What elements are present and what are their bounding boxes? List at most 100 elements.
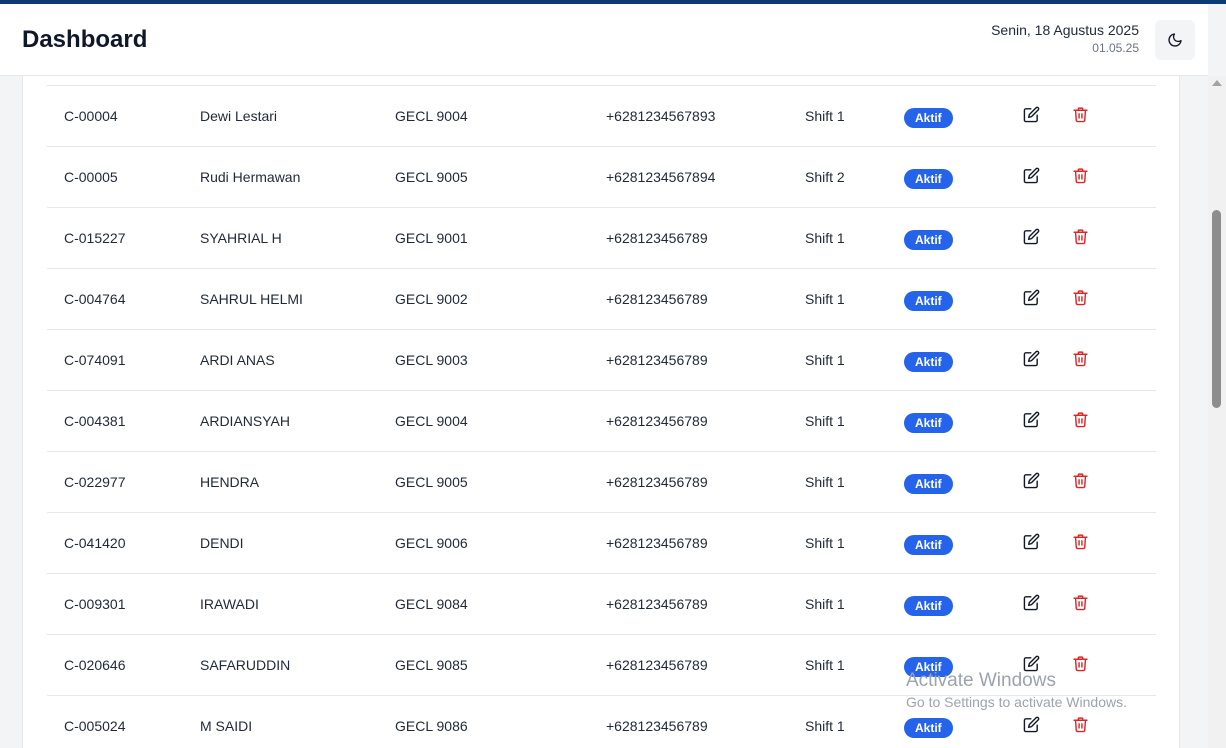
theme-toggle-button[interactable] [1155,20,1195,60]
driver-id: C-004381 [64,413,126,429]
edit-icon [1023,716,1040,733]
shift: Shift 1 [805,291,845,307]
unit-number: GECL 9005 [395,169,468,185]
phone-number: +628123456789 [606,718,708,734]
shift: Shift 1 [805,413,845,429]
driver-id: C-020646 [64,657,126,673]
delete-button[interactable] [1072,594,1090,612]
driver-name: HENDRA [200,474,260,490]
trash-icon [1073,229,1088,245]
phone-number: +628123456789 [606,230,708,246]
delete-button[interactable] [1072,533,1090,551]
phone-number: +628123456789 [606,535,708,551]
edit-button[interactable] [1023,350,1041,368]
edit-button[interactable] [1023,411,1041,429]
edit-button[interactable] [1023,716,1041,734]
edit-button[interactable] [1023,533,1041,551]
trash-icon [1073,473,1088,489]
drivers-table: C-00004 Dewi Lestari GECL 9004 +62812345… [47,85,1156,748]
driver-name: Rudi Hermawan [200,169,301,185]
unit-number: GECL 9002 [395,291,468,307]
shift: Shift 1 [805,535,845,551]
shift: Shift 1 [805,474,845,490]
unit-number: GECL 9001 [395,230,468,246]
current-date: Senin, 18 Agustus 2025 [991,22,1139,38]
status-badge: Aktif [904,596,953,616]
driver-name: ARDI ANAS [200,352,275,368]
unit-number: GECL 9084 [395,596,468,612]
delete-button[interactable] [1072,167,1090,185]
status-badge: Aktif [904,352,953,372]
delete-button[interactable] [1072,716,1090,734]
status-badge: Aktif [904,718,953,738]
phone-number: +628123456789 [606,657,708,673]
edit-button[interactable] [1023,472,1041,490]
edit-button[interactable] [1023,289,1041,307]
edit-icon [1023,289,1040,306]
edit-icon [1023,594,1040,611]
moon-icon [1168,33,1182,47]
driver-name: IRAWADI [200,596,259,612]
phone-number: +628123456789 [606,352,708,368]
delete-button[interactable] [1072,472,1090,490]
date-time-block: Senin, 18 Agustus 2025 01.05.25 [991,22,1139,55]
edit-icon [1023,411,1040,428]
scrollbar[interactable] [1208,76,1226,748]
table-row: C-004764 SAHRUL HELMI GECL 9002 +6281234… [47,268,1156,329]
delete-button[interactable] [1072,289,1090,307]
scrollbar-thumb[interactable] [1212,210,1221,408]
edit-button[interactable] [1023,167,1041,185]
phone-number: +628123456789 [606,596,708,612]
driver-id: C-074091 [64,352,126,368]
header: Dashboard Senin, 18 Agustus 2025 01.05.2… [0,4,1208,76]
edit-icon [1023,533,1040,550]
delete-button[interactable] [1072,228,1090,246]
edit-icon [1023,472,1040,489]
status-badge: Aktif [904,108,953,128]
driver-name: M SAIDI [200,718,253,734]
unit-number: GECL 9003 [395,352,468,368]
delete-button[interactable] [1072,106,1090,124]
driver-id: C-022977 [64,474,126,490]
driver-name: ARDIANSYAH [200,413,290,429]
trash-icon [1073,717,1088,733]
windows-activation-watermark: Activate Windows Go to Settings to activ… [906,670,1127,710]
driver-id: C-015227 [64,230,126,246]
shift: Shift 1 [805,108,845,124]
delete-button[interactable] [1072,350,1090,368]
driver-name: SYAHRIAL H [200,230,282,246]
watermark-title: Activate Windows [906,670,1056,691]
driver-name: DENDI [200,535,244,551]
table-row: C-074091 ARDI ANAS GECL 9003 +6281234567… [47,329,1156,390]
driver-id: C-00005 [64,169,118,185]
driver-name: SAFARUDDIN [200,657,291,673]
current-time: 01.05.25 [1092,41,1139,55]
table-row: C-00004 Dewi Lestari GECL 9004 +62812345… [47,85,1156,146]
trash-icon [1073,290,1088,306]
edit-icon [1023,228,1040,245]
table-row: C-004381 ARDIANSYAH GECL 9004 +628123456… [47,390,1156,451]
status-badge: Aktif [904,230,953,250]
phone-number: +628123456789 [606,413,708,429]
drivers-table-card: C-00004 Dewi Lestari GECL 9004 +62812345… [22,76,1180,748]
trash-icon [1073,107,1088,123]
scroll-up-arrow[interactable] [1212,80,1222,86]
status-badge: Aktif [904,413,953,433]
edit-button[interactable] [1023,594,1041,612]
phone-number: +628123456789 [606,474,708,490]
trash-icon [1073,351,1088,367]
edit-icon [1023,350,1040,367]
page-title: Dashboard [22,26,148,53]
driver-id: C-041420 [64,535,126,551]
edit-button[interactable] [1023,228,1041,246]
unit-number: GECL 9005 [395,474,468,490]
delete-button[interactable] [1072,411,1090,429]
trash-icon [1073,412,1088,428]
edit-icon [1023,106,1040,123]
phone-number: +628123456789 [606,291,708,307]
driver-id: C-009301 [64,596,126,612]
driver-name: Dewi Lestari [200,108,278,124]
edit-button[interactable] [1023,106,1041,124]
driver-id: C-00004 [64,108,118,124]
status-badge: Aktif [904,535,953,555]
